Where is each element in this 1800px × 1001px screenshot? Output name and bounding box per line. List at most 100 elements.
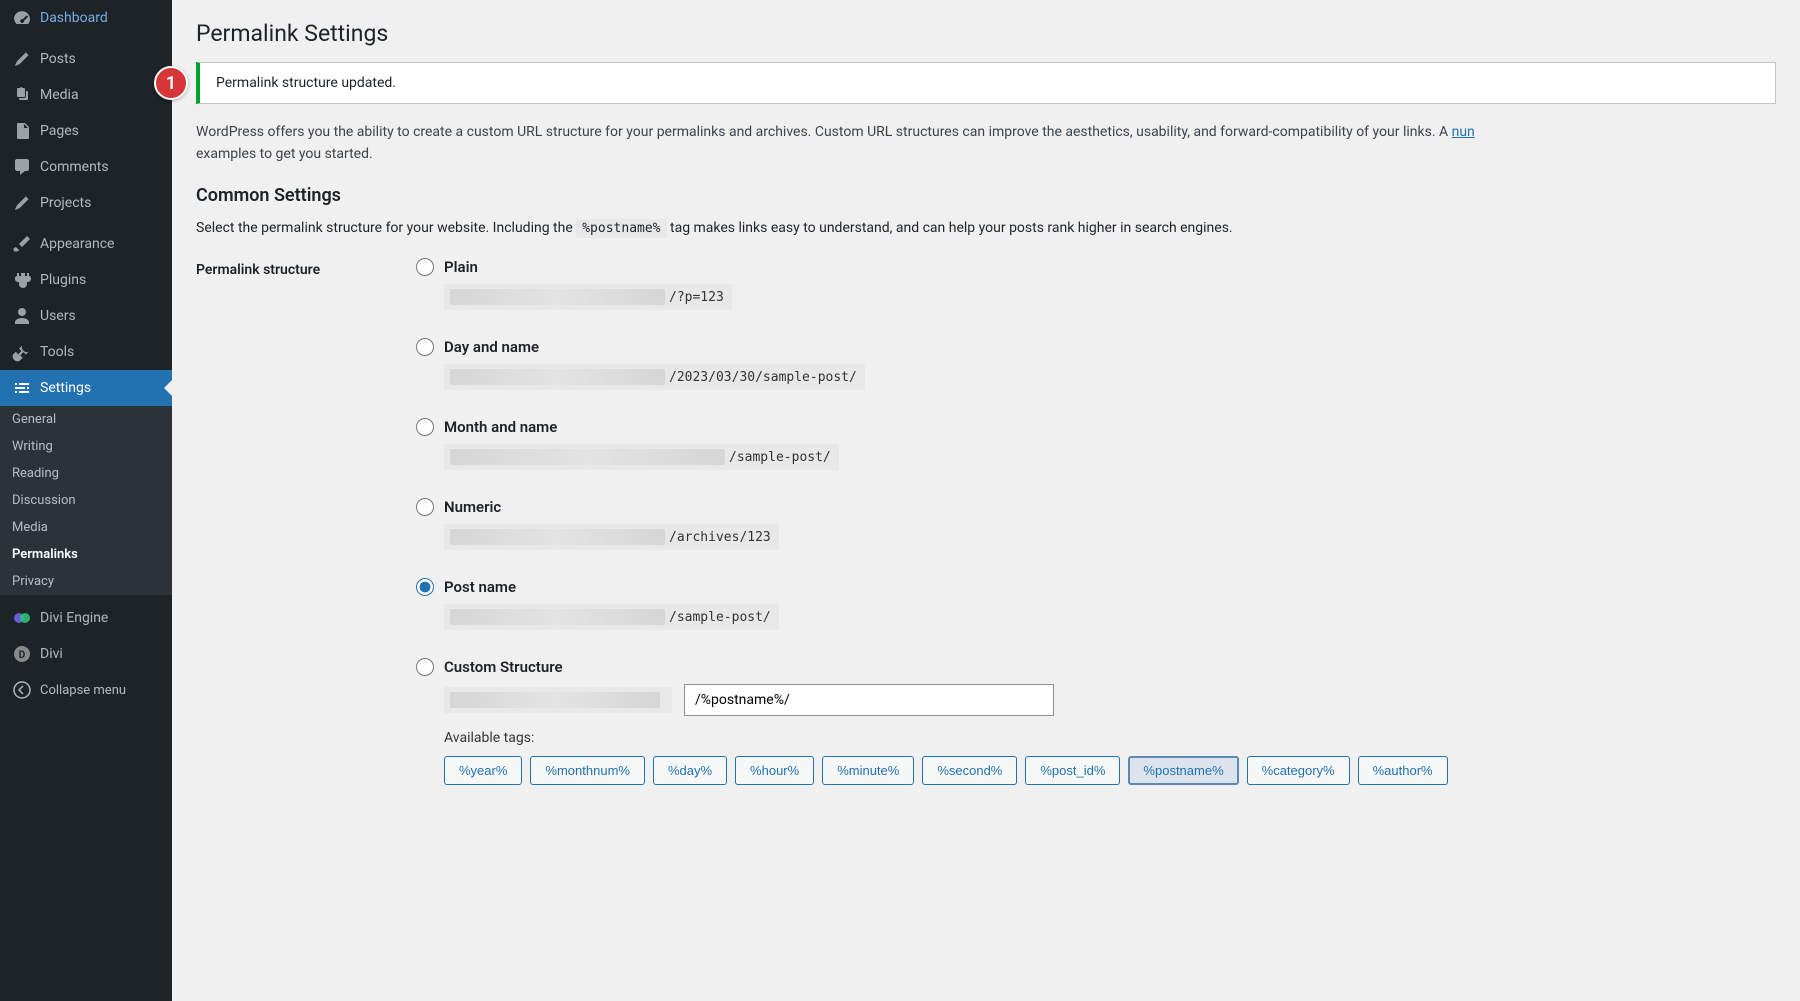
common-hint: Select the permalink structure for your … xyxy=(196,220,1776,236)
pin-icon xyxy=(12,193,32,213)
url-example: /sample-post/ xyxy=(444,444,839,470)
intro-prefix: WordPress offers you the ability to crea… xyxy=(196,124,1452,140)
submenu-general[interactable]: General xyxy=(0,406,172,433)
option-custom-label[interactable]: Custom Structure xyxy=(416,658,1766,676)
tag-category[interactable]: %category% xyxy=(1247,756,1350,785)
tag-second[interactable]: %second% xyxy=(922,756,1017,785)
option-post-name: Post name /sample-post/ xyxy=(416,578,1766,630)
custom-structure-input[interactable] xyxy=(684,684,1054,716)
menu-media[interactable]: Media xyxy=(0,77,172,113)
menu-users[interactable]: Users xyxy=(0,298,172,334)
plug-icon xyxy=(12,270,32,290)
redacted-domain xyxy=(450,609,665,625)
pin-icon xyxy=(12,49,32,69)
gauge-icon xyxy=(12,8,32,28)
menu-label: Dashboard xyxy=(40,10,108,26)
tag-year[interactable]: %year% xyxy=(444,756,522,785)
menu-label: Divi xyxy=(40,646,63,662)
hint-after: tag makes links easy to understand, and … xyxy=(670,220,1233,236)
option-label: Plain xyxy=(444,258,478,276)
redacted-domain xyxy=(450,529,665,545)
option-label: Custom Structure xyxy=(444,658,563,676)
common-settings-heading: Common Settings xyxy=(196,185,1776,206)
radio-plain[interactable] xyxy=(416,258,434,276)
comment-icon xyxy=(12,157,32,177)
available-tags: %year% %monthnum% %day% %hour% %minute% … xyxy=(444,756,1766,785)
tag-postid[interactable]: %post_id% xyxy=(1025,756,1120,785)
main-content: 1 Permalink Settings Permalink structure… xyxy=(172,0,1800,1001)
divi-engine-icon xyxy=(12,608,32,628)
menu-projects[interactable]: Projects xyxy=(0,185,172,221)
menu-settings[interactable]: Settings xyxy=(0,370,172,406)
intro-suffix: examples to get you started. xyxy=(196,146,373,162)
option-month-name-label[interactable]: Month and name xyxy=(416,418,1766,436)
submenu-permalinks[interactable]: Permalinks xyxy=(0,541,172,568)
collapse-icon xyxy=(12,680,32,700)
option-label: Month and name xyxy=(444,418,557,436)
custom-domain xyxy=(444,687,672,713)
option-custom: Custom Structure Available tags: %year% … xyxy=(416,658,1766,785)
option-plain-label[interactable]: Plain xyxy=(416,258,1766,276)
radio-numeric[interactable] xyxy=(416,498,434,516)
redacted-domain xyxy=(450,449,725,465)
notice-text: Permalink structure updated. xyxy=(216,75,1759,91)
radio-custom[interactable] xyxy=(416,658,434,676)
submenu-privacy[interactable]: Privacy xyxy=(0,568,172,595)
media-icon xyxy=(12,85,32,105)
option-day-name-label[interactable]: Day and name xyxy=(416,338,1766,356)
tag-day[interactable]: %day% xyxy=(653,756,727,785)
menu-plugins[interactable]: Plugins xyxy=(0,262,172,298)
tag-minute[interactable]: %minute% xyxy=(822,756,914,785)
radio-post-name[interactable] xyxy=(416,578,434,596)
menu-label: Divi Engine xyxy=(40,610,108,626)
url-example: /sample-post/ xyxy=(444,604,779,630)
brush-icon xyxy=(12,234,32,254)
tag-postname[interactable]: %postname% xyxy=(1128,756,1238,785)
menu-dashboard[interactable]: Dashboard xyxy=(0,0,172,36)
option-numeric-label[interactable]: Numeric xyxy=(416,498,1766,516)
menu-label: Settings xyxy=(40,380,91,396)
settings-submenu: General Writing Reading Discussion Media… xyxy=(0,406,172,595)
wrench-icon xyxy=(12,342,32,362)
hint-code: %postname% xyxy=(576,219,666,238)
submenu-reading[interactable]: Reading xyxy=(0,460,172,487)
radio-month-name[interactable] xyxy=(416,418,434,436)
submenu-discussion[interactable]: Discussion xyxy=(0,487,172,514)
tag-author[interactable]: %author% xyxy=(1358,756,1448,785)
collapse-label: Collapse menu xyxy=(40,683,126,698)
hint-before: Select the permalink structure for your … xyxy=(196,220,576,236)
intro-text: WordPress offers you the ability to crea… xyxy=(196,122,1776,165)
menu-posts[interactable]: Posts xyxy=(0,41,172,77)
tag-monthnum[interactable]: %monthnum% xyxy=(530,756,645,785)
menu-divi-engine[interactable]: Divi Engine xyxy=(0,600,172,636)
menu-pages[interactable]: Pages xyxy=(0,113,172,149)
url-path: /sample-post/ xyxy=(669,610,779,625)
menu-label: Comments xyxy=(40,159,109,175)
menu-comments[interactable]: Comments xyxy=(0,149,172,185)
menu-label: Media xyxy=(40,87,79,103)
redacted-domain xyxy=(450,289,665,305)
menu-appearance[interactable]: Appearance xyxy=(0,226,172,262)
radio-day-name[interactable] xyxy=(416,338,434,356)
available-tags-label: Available tags: xyxy=(444,730,1766,746)
pages-icon xyxy=(12,121,32,141)
menu-label: Plugins xyxy=(40,272,86,288)
page-title: Permalink Settings xyxy=(196,0,1776,57)
redacted-domain xyxy=(450,369,665,385)
redacted-domain xyxy=(450,692,660,708)
success-notice: Permalink structure updated. xyxy=(196,62,1776,104)
menu-label: Users xyxy=(40,308,76,324)
submenu-media[interactable]: Media xyxy=(0,514,172,541)
url-path: /archives/123 xyxy=(669,530,779,545)
intro-link[interactable]: nun xyxy=(1452,124,1475,140)
menu-label: Pages xyxy=(40,123,79,139)
option-post-name-label[interactable]: Post name xyxy=(416,578,1766,596)
url-example: /2023/03/30/sample-post/ xyxy=(444,364,865,390)
menu-divi[interactable]: D Divi xyxy=(0,636,172,672)
collapse-menu[interactable]: Collapse menu xyxy=(0,672,172,708)
option-label: Post name xyxy=(444,578,516,596)
tag-hour[interactable]: %hour% xyxy=(735,756,814,785)
menu-label: Tools xyxy=(40,344,74,360)
menu-tools[interactable]: Tools xyxy=(0,334,172,370)
submenu-writing[interactable]: Writing xyxy=(0,433,172,460)
